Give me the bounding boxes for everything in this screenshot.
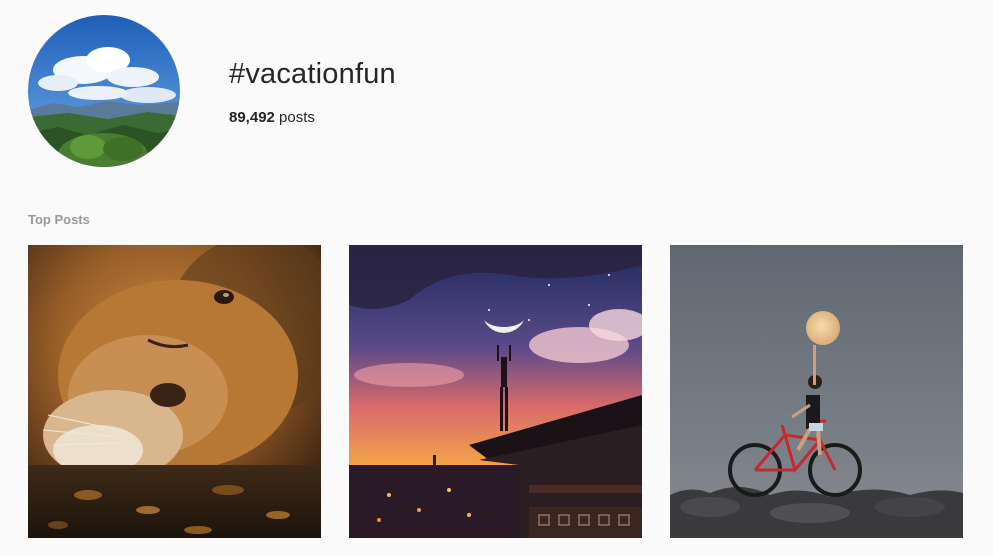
post-tile[interactable] (28, 245, 321, 538)
hashtag-avatar[interactable] (28, 15, 180, 167)
top-posts-grid (28, 245, 963, 538)
post-count: 89,492 posts (229, 108, 315, 128)
top-posts-label: Top Posts (28, 212, 90, 227)
hashtag-title: #vacationfun (229, 58, 396, 90)
post-tile[interactable] (349, 245, 642, 538)
post-count-suffix: posts (274, 109, 315, 126)
landscape-image (28, 15, 180, 167)
lion-resting-photo (28, 245, 321, 538)
moon-cyclist-photo (670, 245, 963, 538)
post-count-number: 89,492 (229, 109, 275, 126)
post-tile[interactable] (670, 245, 963, 538)
sunset-moon-rooftop-photo (349, 245, 642, 538)
hashtag-page: #vacationfun 89,492 posts Top Posts (0, 0, 993, 556)
